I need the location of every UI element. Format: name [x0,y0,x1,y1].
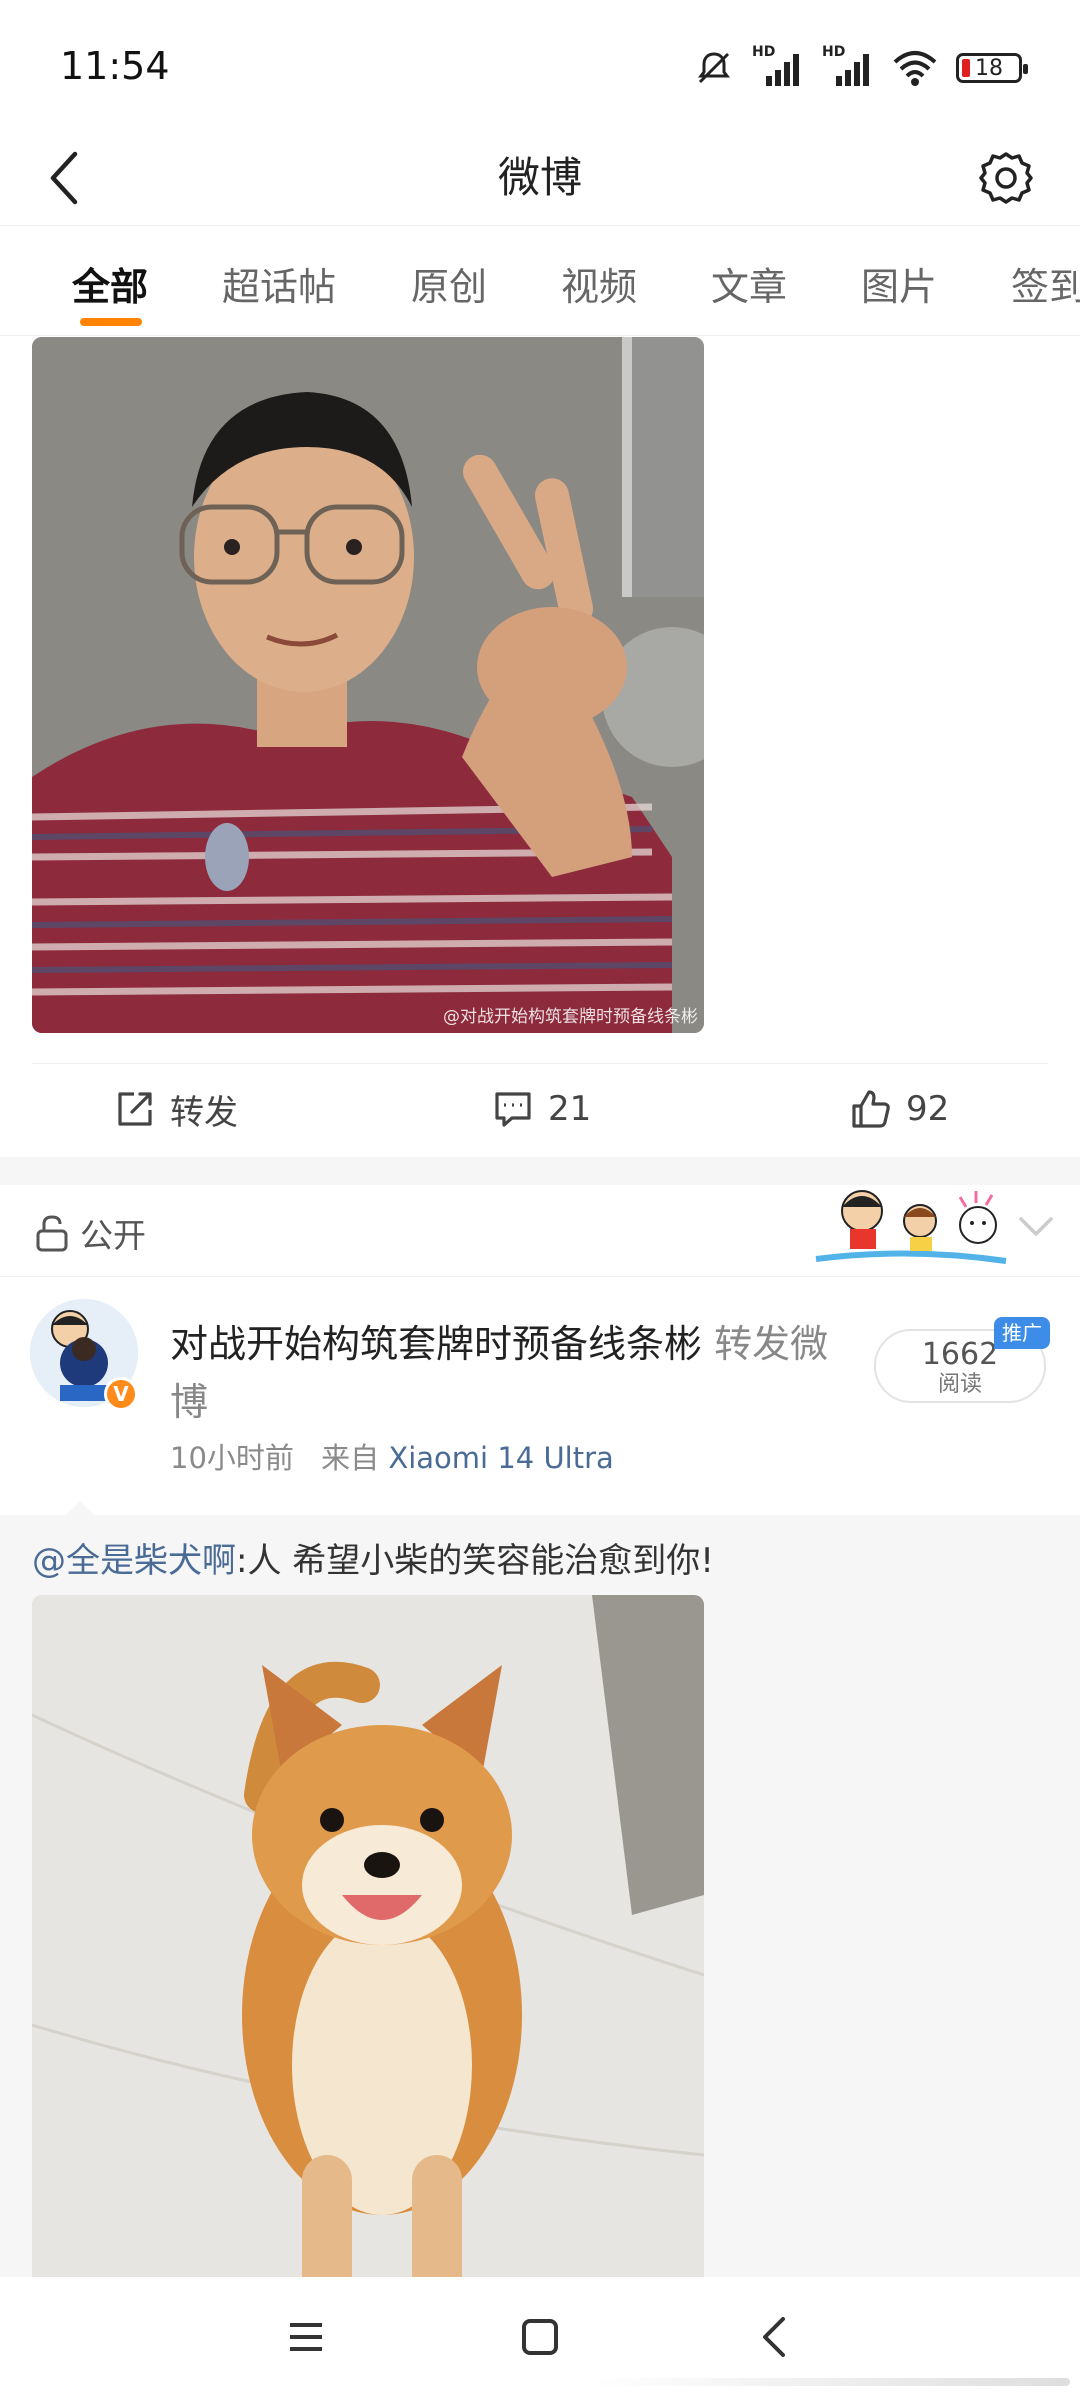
back-button[interactable] [30,140,100,216]
mention-link[interactable]: @全是柴犬啊 [32,1541,236,1581]
status-icons: HD HD 18 [694,44,1028,90]
thumbs-up-icon [852,1090,890,1128]
gear-icon [979,152,1033,204]
read-label: 阅读 [937,1372,982,1397]
author-row: V 对战开始构筑套牌时预备线条彬 转发微博 10小时前 来自 Xiaomi 14… [0,1277,1080,1517]
portrait-image [32,337,704,1033]
tab-images[interactable]: 图片 [861,256,937,311]
page-title: 微博 [497,153,582,202]
source-prefix: 来自 [321,1441,380,1475]
tab-article[interactable]: 文章 [711,256,787,311]
status-bar: 11:54 HD HD 18 [0,0,1080,130]
status-time: 11:54 [60,44,170,88]
chevron-left-icon [763,2317,785,2357]
post-time: 10小时前 [170,1441,294,1475]
tab-bar: 全部 超话帖 原创 视频 文章 图片 签到 [0,226,1080,336]
source-device[interactable]: Xiaomi 14 Ultra [388,1441,613,1475]
tab-all[interactable]: 全部 [72,256,148,311]
comment-count: 21 [548,1089,592,1129]
chevron-down-icon [1019,1217,1053,1236]
share-icon [118,1092,152,1126]
image-watermark: @对战开始构筑套牌时预备线条彬 [443,1007,698,1027]
home-indicator [590,2378,1070,2386]
tab-video[interactable]: 视频 [561,256,637,311]
nav-header: 微博 [0,130,1080,226]
home-square-icon [522,2319,558,2355]
like-count: 92 [906,1089,950,1129]
author-line: 对战开始构筑套牌时预备线条彬 转发微博 [170,1315,830,1431]
visibility-indicator[interactable]: 公开 [34,1209,146,1257]
repost-button[interactable]: 转发 [114,1064,238,1154]
comment-icon [495,1092,531,1127]
wifi-icon [893,51,937,86]
signal-icon: HD [752,44,804,88]
post-card: @对战开始构筑套牌时预备线条彬 转发 21 92 [0,337,1080,1157]
battery-icon: 18 [956,53,1028,83]
comment-button[interactable]: 21 [492,1064,591,1154]
signal-icon: HD [822,44,874,88]
menu-icon [290,2323,322,2351]
tab-super-topic[interactable]: 超话帖 [222,256,336,311]
post-photo[interactable]: @对战开始构筑套牌时预备线条彬 [32,337,704,1033]
settings-button[interactable] [972,144,1040,212]
battery-level: 18 [975,55,1003,81]
repost-pointer [64,1501,96,1517]
visibility-row: 公开 [0,1185,1080,1277]
expand-button[interactable] [1018,1215,1054,1243]
promo-badge: 推广 [994,1317,1050,1349]
repost-content: :人 希望小柴的笑容能治愈到你! [236,1541,714,1581]
verified-badge-icon: V [104,1377,138,1411]
author-name[interactable]: 对战开始构筑套牌时预备线条彬 [170,1322,702,1366]
lock-icon [36,1215,68,1252]
active-tab-indicator [80,318,142,326]
feed[interactable]: @对战开始构筑套牌时预备线条彬 转发 21 92 公开 V 对战开始构筑套牌时预… [0,337,1080,2277]
repost-body[interactable]: @全是柴犬啊:人 希望小柴的笑容能治愈到你! [0,1501,1080,2277]
tab-checkin[interactable]: 签到 [1011,256,1080,311]
repost-text: @全是柴犬啊:人 希望小柴的笑容能治愈到你! [32,1533,714,1582]
post-action-bar: 转发 21 92 [32,1063,1048,1153]
chevron-left-icon [50,151,78,205]
mute-icon [698,52,730,84]
shiba-dog-image [32,1595,704,2277]
like-button[interactable]: 92 [850,1064,949,1154]
repost-photo[interactable] [32,1595,704,2277]
signal-hd-label: HD [822,44,846,60]
cartoon-sticker-decoration [815,1190,1007,1264]
post-meta: 10小时前 来自 Xiaomi 14 Ultra [170,1435,614,1477]
menu-button[interactable] [276,2307,336,2367]
home-button[interactable] [510,2307,570,2367]
repost-label: 转发 [170,1092,238,1133]
tab-original[interactable]: 原创 [411,256,487,311]
visibility-label: 公开 [80,1216,146,1255]
signal-hd-label: HD [752,44,776,60]
system-back-button[interactable] [744,2307,804,2367]
